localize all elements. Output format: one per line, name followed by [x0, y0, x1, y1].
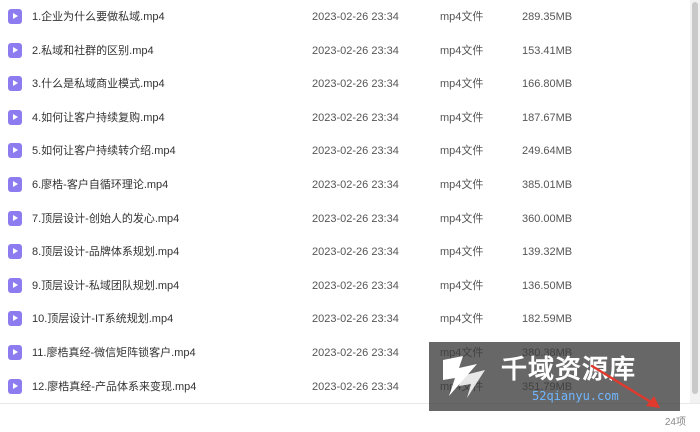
file-name: 3.什么是私域商业模式.mp4: [32, 78, 165, 91]
file-name: 4.如何让客户持续复购.mp4: [32, 111, 165, 124]
file-row[interactable]: 7.顶层设计-创始人的发心.mp4 2023-02-26 23:34 mp4文件 36…: [0, 202, 690, 236]
file-type: mp4文件: [440, 279, 484, 292]
file-row[interactable]: 5.如何让客户持续转介绍.mp4 2023-02-26 23:34 mp4文件 249…: [0, 134, 690, 168]
file-name: 10.顶层设计-IT系统规划.mp4: [32, 313, 174, 326]
file-type: mp4文件: [440, 111, 484, 124]
video-file-icon: [8, 311, 22, 327]
brand-logo-icon: [443, 356, 485, 398]
file-type: mp4文件: [440, 179, 484, 191]
file-row[interactable]: 8.顶层设计-品牌体系规划.mp4 2023-02-26 23:34 mp4文件 13…: [0, 235, 690, 269]
file-modified-date: 2023-02-26 23:34: [312, 145, 399, 158]
file-row[interactable]: 9.顶层设计-私域团队规划.mp4 2023-02-26 23:34 mp4文件 13…: [0, 269, 690, 303]
video-file-icon: [8, 109, 22, 125]
file-type: mp4文件: [440, 11, 484, 23]
file-name: 2.私域和社群的区别.mp4: [32, 44, 154, 57]
file-name: 9.顶层设计-私域团队规划.mp4: [32, 279, 180, 292]
file-type: mp4文件: [440, 212, 484, 225]
watermark-site: 52qianyu.com: [532, 389, 619, 403]
file-size: 136.50MB: [522, 279, 573, 292]
video-file-icon: [8, 42, 22, 58]
file-size: 166.80MB: [522, 78, 573, 91]
file-modified-date: 2023-02-26 23:34: [312, 212, 399, 225]
file-name: 7.顶层设计-创始人的发心.mp4: [32, 212, 180, 225]
file-browser-window: 1.企业为什么要做私域.mp4 2023-02-26 23:34 mp4文件 289.…: [0, 0, 700, 432]
file-size: 385.01MB: [522, 179, 573, 191]
file-type: mp4文件: [440, 78, 484, 91]
file-size: 182.59MB: [522, 313, 573, 326]
video-file-icon: [8, 143, 22, 159]
file-row[interactable]: 1.企业为什么要做私域.mp4 2023-02-26 23:34 mp4文件 289.…: [0, 0, 690, 34]
file-name: 1.企业为什么要做私域.mp4: [32, 11, 165, 23]
file-modified-date: 2023-02-26 23:34: [312, 279, 399, 292]
file-modified-date: 2023-02-26 23:34: [312, 380, 399, 393]
file-modified-date: 2023-02-26 23:34: [312, 44, 399, 57]
item-count: 24项: [664, 417, 686, 428]
file-modified-date: 2023-02-26 23:34: [312, 179, 399, 191]
file-row[interactable]: 6.廖梏-客户自循环理论.mp4 2023-02-26 23:34 mp4文件 385…: [0, 168, 690, 202]
file-name: 12.廖梏真经-产品体系来变现.mp4: [32, 380, 197, 393]
file-name: 6.廖梏-客户自循环理论.mp4: [32, 179, 169, 191]
video-file-icon: [8, 9, 22, 24]
file-modified-date: 2023-02-26 23:34: [312, 246, 399, 259]
vertical-scrollbar[interactable]: [690, 0, 700, 404]
file-size: 187.67MB: [522, 111, 573, 124]
file-modified-date: 2023-02-26 23:34: [312, 11, 399, 23]
file-name: 8.顶层设计-品牌体系规划.mp4: [32, 246, 180, 259]
file-type: mp4文件: [440, 145, 484, 158]
video-file-icon: [8, 177, 22, 192]
file-name: 5.如何让客户持续转介绍.mp4: [32, 145, 176, 158]
video-file-icon: [8, 76, 22, 92]
video-file-icon: [8, 244, 22, 260]
watermark-brand: 千域资源库: [501, 354, 637, 384]
video-file-icon: [8, 277, 22, 293]
file-modified-date: 2023-02-26 23:34: [312, 78, 399, 91]
file-type: mp4文件: [440, 246, 484, 259]
video-file-icon: [8, 210, 22, 226]
scrollbar-thumb[interactable]: [692, 2, 698, 394]
file-size: 289.35MB: [522, 11, 573, 23]
video-file-icon: [8, 345, 22, 360]
file-size: 360.00MB: [522, 212, 573, 225]
file-type: mp4文件: [440, 313, 484, 326]
file-size: 249.64MB: [522, 145, 573, 158]
file-size: 139.32MB: [522, 246, 573, 259]
video-file-icon: [8, 378, 22, 394]
file-modified-date: 2023-02-26 23:34: [312, 347, 399, 359]
file-row[interactable]: 2.私域和社群的区别.mp4 2023-02-26 23:34 mp4文件 153.4…: [0, 34, 690, 68]
file-size: 153.41MB: [522, 44, 573, 57]
file-name: 11.廖梏真经-微信矩阵锁客户.mp4: [32, 347, 196, 359]
file-modified-date: 2023-02-26 23:34: [312, 111, 399, 124]
watermark-overlay: 千域资源库 52qianyu.com: [429, 342, 680, 411]
file-row[interactable]: 4.如何让客户持续复购.mp4 2023-02-26 23:34 mp4文件 187.…: [0, 101, 690, 135]
file-row[interactable]: 3.什么是私域商业模式.mp4 2023-02-26 23:34 mp4文件 166.…: [0, 67, 690, 101]
file-row[interactable]: 10.顶层设计-IT系统规划.mp4 2023-02-26 23:34 mp4文件 1…: [0, 302, 690, 336]
file-modified-date: 2023-02-26 23:34: [312, 313, 399, 326]
file-type: mp4文件: [440, 44, 484, 57]
